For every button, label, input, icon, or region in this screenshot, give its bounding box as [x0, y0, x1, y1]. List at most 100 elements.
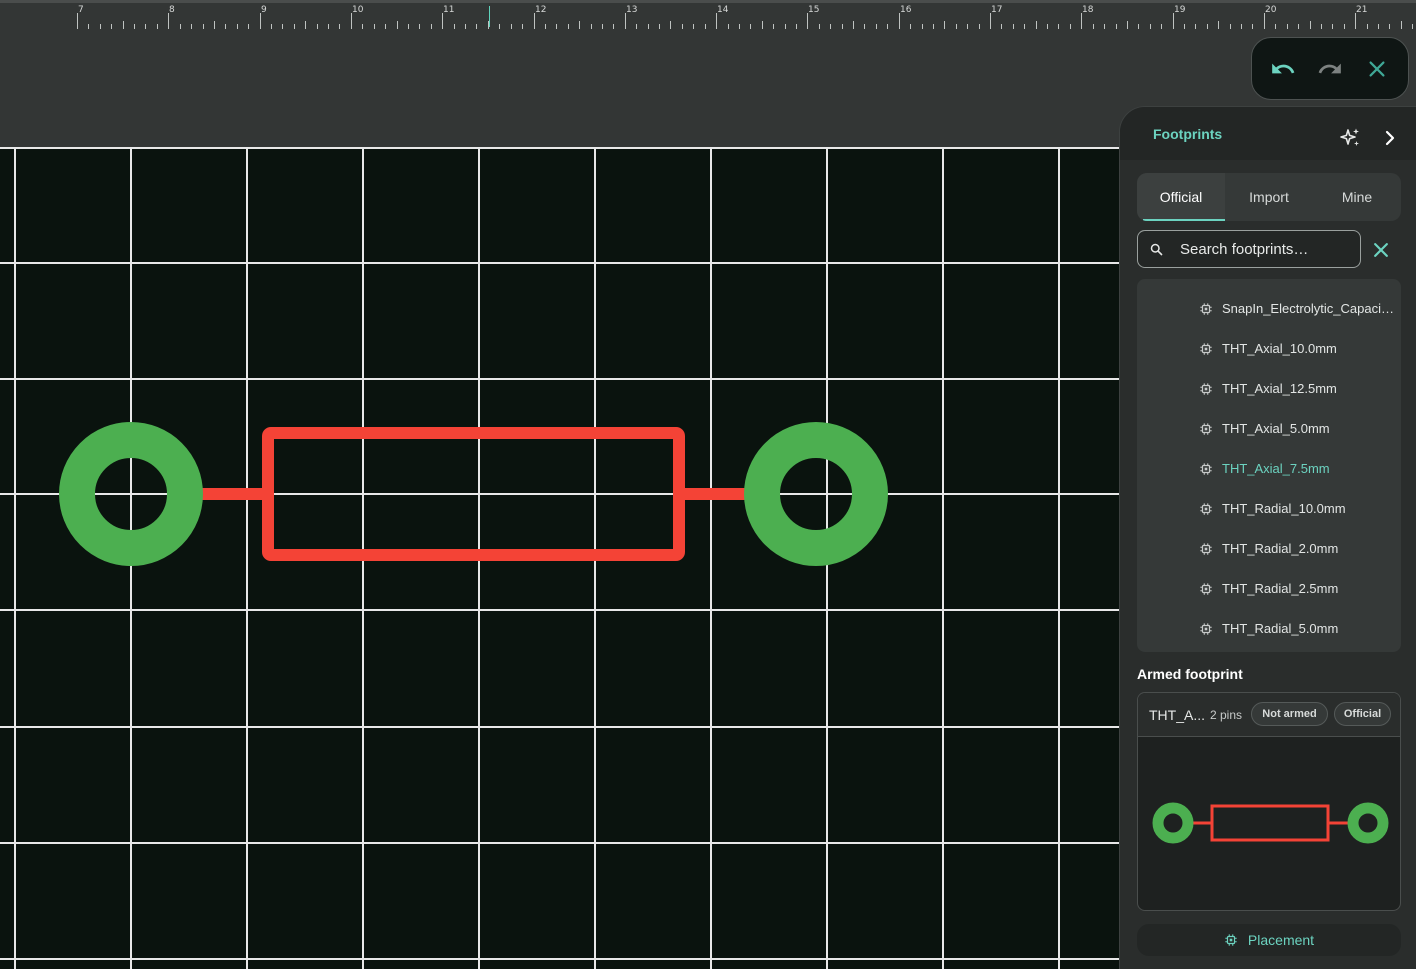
ruler-minor-tick [876, 24, 877, 29]
ruler-minor-tick [1161, 24, 1162, 29]
list-item[interactable]: THT_Axial_12.5mm [1137, 368, 1401, 408]
ruler-minor-tick [1287, 24, 1288, 29]
armed-footprint-card: THT_A... 2 pins Not armed Official [1137, 692, 1401, 911]
close-button[interactable] [1360, 52, 1394, 86]
chip-icon [1200, 503, 1212, 515]
list-item[interactable]: THT_Radial_2.0mm [1137, 528, 1401, 568]
ruler-major-tick [625, 13, 626, 29]
ruler-minor-tick [499, 24, 500, 29]
ruler-minor-tick [636, 24, 637, 29]
ruler-minor-tick [1150, 24, 1151, 29]
ai-suggest-button[interactable] [1338, 126, 1362, 150]
list-item-label: THT_Axial_10.0mm [1222, 341, 1337, 356]
ruler-minor-tick [830, 24, 831, 29]
ruler-minor-tick [1195, 24, 1196, 29]
search-input[interactable] [1180, 239, 1350, 259]
ruler-minor-tick [157, 24, 158, 29]
floating-toolbar [1251, 37, 1409, 100]
ruler-minor-tick [659, 24, 660, 29]
ruler-minor-tick [682, 24, 683, 29]
clear-search-button[interactable] [1371, 240, 1391, 260]
ruler-major-tick [899, 13, 900, 29]
ruler-major-tick [260, 13, 261, 29]
ruler-minor-tick [1104, 24, 1105, 29]
undo-button[interactable] [1266, 52, 1300, 86]
chip-icon [1200, 383, 1212, 395]
ruler-major-tick [1081, 13, 1082, 29]
ruler-minor-tick [693, 24, 694, 29]
footprint-list[interactable]: – SnapIn_Electrolytic_Capacitor THT_Axia… [1137, 279, 1401, 652]
ruler-minor-tick [670, 21, 671, 29]
ruler-minor-tick [853, 21, 854, 29]
ruler-minor-tick [408, 24, 409, 29]
ruler-minor-tick [648, 24, 649, 29]
ruler-label: 8 [169, 5, 175, 15]
ruler-minor-tick [545, 24, 546, 29]
chip-icon [1200, 423, 1212, 435]
ruler-major-tick [1355, 13, 1356, 29]
ruler-major-tick [1264, 13, 1265, 29]
ruler-minor-tick [214, 21, 215, 29]
ruler-minor-tick [282, 24, 283, 29]
ruler-minor-tick [362, 24, 363, 29]
ruler-minor-tick [750, 24, 751, 29]
list-item[interactable]: THT_Axial_10.0mm [1137, 328, 1401, 368]
ruler-minor-tick [705, 24, 706, 29]
ruler-minor-tick [842, 24, 843, 29]
ruler-label: 14 [717, 5, 729, 15]
list-item[interactable]: – [1137, 279, 1401, 288]
tab-mine[interactable]: Mine [1313, 173, 1401, 221]
ruler-minor-tick [613, 24, 614, 29]
list-item-label: THT_Axial_7.5mm [1222, 461, 1330, 476]
ruler-minor-tick [180, 24, 181, 29]
ruler-minor-tick [123, 21, 124, 29]
ruler-minor-tick [100, 24, 101, 29]
ruler-minor-tick [1001, 24, 1002, 29]
ruler-minor-tick [488, 21, 489, 29]
ruler-label: 13 [626, 5, 638, 15]
ruler-label: 7 [78, 5, 84, 15]
ruler-minor-tick [385, 24, 386, 29]
close-icon [1369, 60, 1385, 77]
ruler-minor-tick [819, 24, 820, 29]
ruler-minor-tick [317, 24, 318, 29]
search-icon [1150, 243, 1163, 256]
ruler-label: 18 [1082, 5, 1094, 15]
ruler-minor-tick [979, 24, 980, 29]
list-item[interactable]: SnapIn_Electrolytic_Capacitor [1137, 288, 1401, 328]
ruler-minor-tick [145, 24, 146, 29]
panel-header: Footprints [1120, 107, 1416, 160]
placement-button[interactable]: Placement [1137, 924, 1401, 956]
ruler-minor-tick [1127, 21, 1128, 29]
list-item-selected[interactable]: THT_Axial_7.5mm [1137, 448, 1401, 488]
chip-icon [1200, 343, 1212, 355]
footprint-preview [1152, 802, 1389, 844]
chip-icon [1225, 934, 1237, 946]
ruler-minor-tick [374, 24, 375, 29]
redo-button[interactable] [1313, 52, 1347, 86]
chip-icon [1200, 303, 1212, 315]
ruler-label: 21 [1356, 5, 1368, 15]
ruler-minor-tick [922, 24, 923, 29]
top-ruler: 7 8 9 10 11 12 13 14 15 16 17 18 19 20 21 [0, 0, 1416, 31]
armed-footprint-bar: THT_A... 2 pins Not armed Official [1138, 693, 1400, 737]
ruler-label: 11 [443, 5, 455, 15]
ruler-minor-tick [796, 24, 797, 29]
ruler-major-tick [351, 13, 352, 29]
ruler-minor-tick [248, 24, 249, 29]
tab-official[interactable]: Official [1137, 173, 1225, 221]
ruler-minor-tick [944, 21, 945, 29]
tab-import[interactable]: Import [1225, 173, 1313, 221]
list-item[interactable]: THT_Axial_5.0mm [1137, 408, 1401, 448]
chevron-right-icon [1385, 130, 1395, 146]
ruler-minor-tick [134, 24, 135, 29]
collapse-panel-button[interactable] [1380, 128, 1400, 148]
ruler-minor-tick [739, 24, 740, 29]
ruler-minor-tick [1378, 24, 1379, 29]
ruler-minor-tick [1332, 24, 1333, 29]
list-item[interactable]: THT_Radial_10.0mm [1137, 488, 1401, 528]
list-item[interactable]: THT_Radial_5.0mm [1137, 608, 1401, 648]
list-item[interactable]: THT_Radial_2.5mm [1137, 568, 1401, 608]
ruler-minor-tick [305, 21, 306, 29]
ruler-minor-tick [1207, 24, 1208, 29]
